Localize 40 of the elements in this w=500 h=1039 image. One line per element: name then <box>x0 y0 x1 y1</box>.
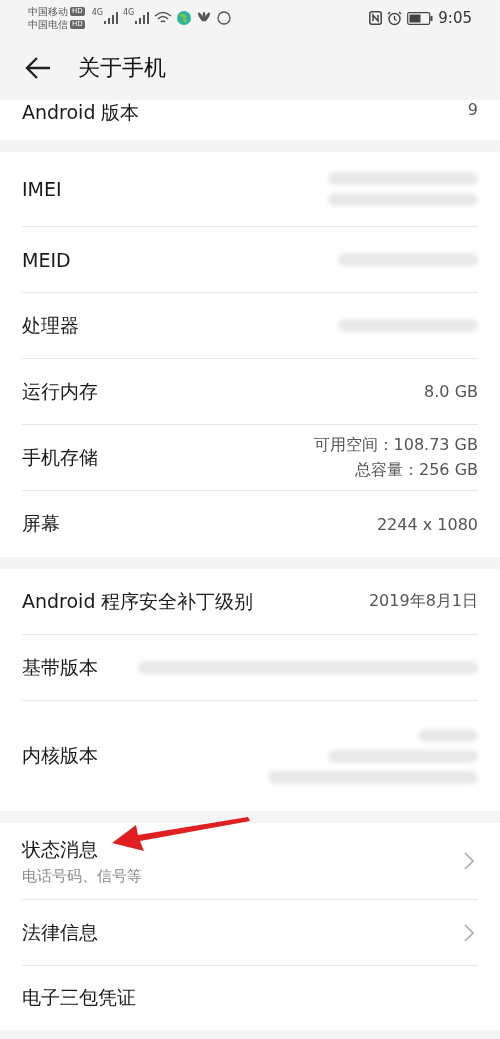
item-label: 内核版本 <box>22 743 98 768</box>
item-label: 状态消息 <box>22 836 99 862</box>
carrier-name: 中国移动 <box>28 5 68 18</box>
flower-logo-icon <box>196 12 213 24</box>
item-value: 总容量：256 GB <box>355 459 478 481</box>
item-label: 处理器 <box>22 312 79 338</box>
signal-icon <box>135 12 150 24</box>
item-label: Android 程序安全补丁级别 <box>22 588 254 614</box>
item-label: IMEI <box>22 178 62 200</box>
network-label: 4G <box>91 8 103 17</box>
carrier-name: 中国电信 <box>28 18 68 31</box>
network-label: 4G <box>122 8 135 17</box>
item-label: MEID <box>22 248 71 271</box>
item-value: 2244 x 1080 <box>376 514 478 534</box>
loading-circle-icon <box>217 11 232 25</box>
item-label: Android 版本 <box>22 100 140 125</box>
item-label: 手机存储 <box>22 444 98 470</box>
alarm-icon <box>387 10 403 26</box>
item-label: 电子三包凭证 <box>22 985 136 1010</box>
item-subtitle: 电话号码、信号等 <box>22 866 142 886</box>
item-value: 2019年8月1日 <box>368 591 478 612</box>
wifi-icon <box>154 11 173 25</box>
item-value: 可用空间：108.73 GB <box>313 434 478 456</box>
chevron-icon <box>464 852 474 870</box>
item-label: 基带版本 <box>22 654 98 680</box>
battery-icon <box>407 11 434 25</box>
signal-icon <box>103 12 118 24</box>
item-value: 9 <box>467 100 478 119</box>
page-title: 关于手机 <box>78 54 166 82</box>
nfc-icon <box>369 11 383 25</box>
settings-item[interactable]: 法律信息 <box>22 900 478 966</box>
chevron-icon <box>464 923 474 942</box>
item-label: 法律信息 <box>22 919 98 945</box>
clock-time: 9:05 <box>438 9 472 27</box>
globe-icon <box>177 11 192 25</box>
item-value: 8.0 GB <box>424 382 478 401</box>
item-label: 运行内存 <box>22 378 98 404</box>
item-label: 屏幕 <box>22 511 60 536</box>
back-button[interactable] <box>24 56 52 80</box>
settings-item[interactable]: 电子三包凭证 <box>22 966 478 1030</box>
